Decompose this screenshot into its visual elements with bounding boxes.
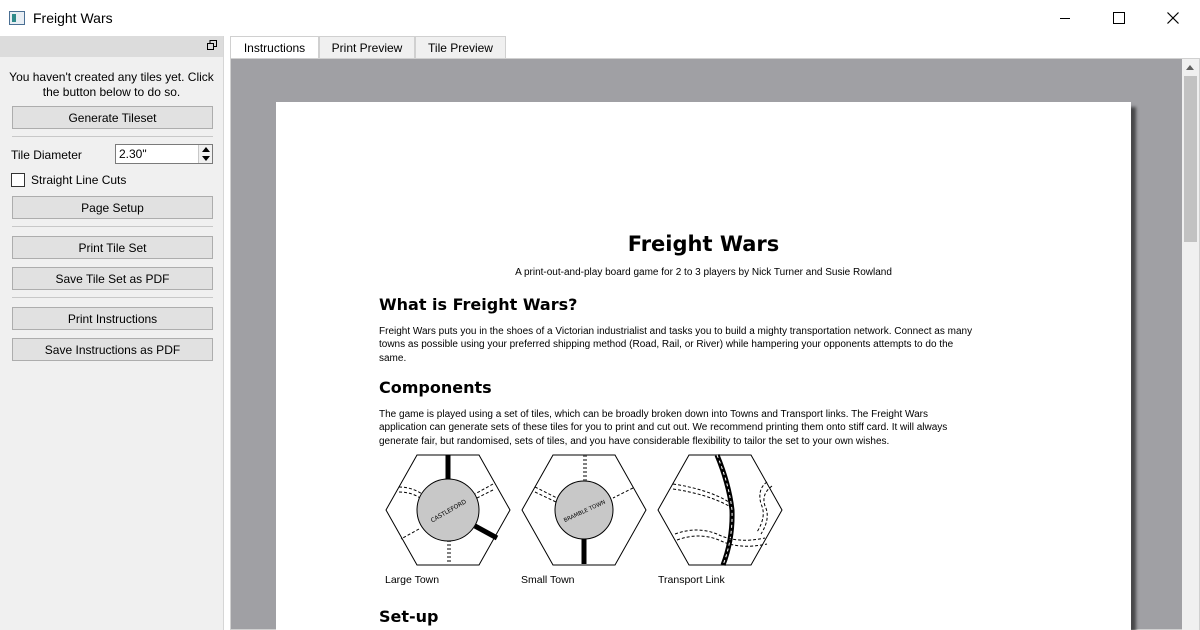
tab-tile-preview[interactable]: Tile Preview bbox=[415, 36, 506, 58]
dock-header bbox=[0, 36, 223, 57]
instructions-view: Freight Wars A print-out-and-play board … bbox=[230, 58, 1200, 630]
tab-bar: Instructions Print Preview Tile Preview bbox=[230, 36, 1200, 59]
print-tile-set-button[interactable]: Print Tile Set bbox=[12, 236, 213, 259]
scroll-up-icon[interactable] bbox=[1186, 65, 1194, 70]
tile-caption-small-town: Small Town bbox=[521, 574, 575, 586]
save-instructions-pdf-button[interactable]: Save Instructions as PDF bbox=[12, 338, 213, 361]
vertical-scrollbar[interactable] bbox=[1182, 59, 1199, 630]
small-town-tile-image: BRAMBLE TOWN bbox=[521, 454, 647, 566]
section-heading: Components bbox=[379, 378, 492, 397]
section-heading: Set-up bbox=[379, 607, 439, 626]
divider bbox=[12, 136, 213, 137]
paragraph-line: application can generate sets of these t… bbox=[379, 422, 948, 434]
no-tiles-message: You haven't created any tiles yet. Click… bbox=[9, 70, 214, 99]
section-paragraph: Freight Wars puts you in the shoes of a … bbox=[379, 325, 1039, 365]
paragraph-line: towns as possible using your preferred s… bbox=[379, 339, 954, 351]
scrollbar-thumb[interactable] bbox=[1184, 76, 1197, 242]
tab-instructions[interactable]: Instructions bbox=[230, 36, 319, 59]
tile-caption-large-town: Large Town bbox=[385, 574, 440, 586]
page-setup-button[interactable]: Page Setup bbox=[12, 196, 213, 219]
float-panel-icon[interactable] bbox=[207, 40, 217, 50]
divider bbox=[12, 226, 213, 227]
tile-caption-transport-link: Transport Link bbox=[658, 574, 725, 586]
paragraph-line: The game is played using a set of tiles,… bbox=[379, 409, 928, 420]
straight-line-cuts-label: Straight Line Cuts bbox=[31, 173, 127, 187]
title-bar: Freight Wars bbox=[0, 0, 1200, 36]
section-paragraph: The game is played using a set of tiles,… bbox=[379, 408, 1039, 448]
close-icon bbox=[1167, 12, 1179, 24]
tab-print-preview[interactable]: Print Preview bbox=[319, 36, 415, 58]
divider bbox=[12, 297, 213, 298]
stepper-buttons bbox=[198, 145, 212, 163]
tile-diameter-value[interactable]: 2.30" bbox=[119, 147, 147, 161]
tile-diameter-stepper[interactable]: 2.30" bbox=[115, 144, 213, 164]
document-subtitle: A print-out-and-play board game for 2 to… bbox=[515, 267, 892, 278]
document-title: Freight Wars bbox=[627, 232, 780, 256]
print-instructions-button[interactable]: Print Instructions bbox=[12, 307, 213, 330]
paragraph-line: Freight Wars puts you in the shoes of a … bbox=[379, 326, 973, 337]
paragraph-line: generate fair, but randomised, sets of t… bbox=[379, 435, 890, 447]
stepper-down-icon[interactable] bbox=[202, 156, 210, 161]
generate-tileset-button[interactable]: Generate Tileset bbox=[12, 106, 213, 129]
document-page: Freight Wars A print-out-and-play board … bbox=[276, 102, 1131, 630]
window-title: Freight Wars bbox=[33, 10, 113, 26]
large-town-tile-image: CASTLEFORD bbox=[385, 454, 511, 566]
close-button[interactable] bbox=[1146, 0, 1200, 36]
maximize-icon bbox=[1113, 12, 1125, 24]
tile-settings-panel: You haven't created any tiles yet. Click… bbox=[0, 36, 224, 630]
window-controls bbox=[1038, 0, 1200, 36]
save-tile-set-pdf-button[interactable]: Save Tile Set as PDF bbox=[12, 267, 213, 290]
minimize-icon bbox=[1060, 18, 1070, 19]
app-icon bbox=[9, 11, 25, 25]
minimize-button[interactable] bbox=[1038, 0, 1092, 36]
maximize-button[interactable] bbox=[1092, 0, 1146, 36]
straight-line-cuts-checkbox[interactable] bbox=[11, 173, 25, 187]
tile-diameter-label: Tile Diameter bbox=[11, 148, 82, 162]
section-heading: What is Freight Wars? bbox=[379, 295, 578, 314]
stepper-up-icon[interactable] bbox=[202, 147, 210, 152]
paragraph-line: same. bbox=[379, 352, 407, 364]
transport-link-tile-image bbox=[657, 454, 783, 566]
